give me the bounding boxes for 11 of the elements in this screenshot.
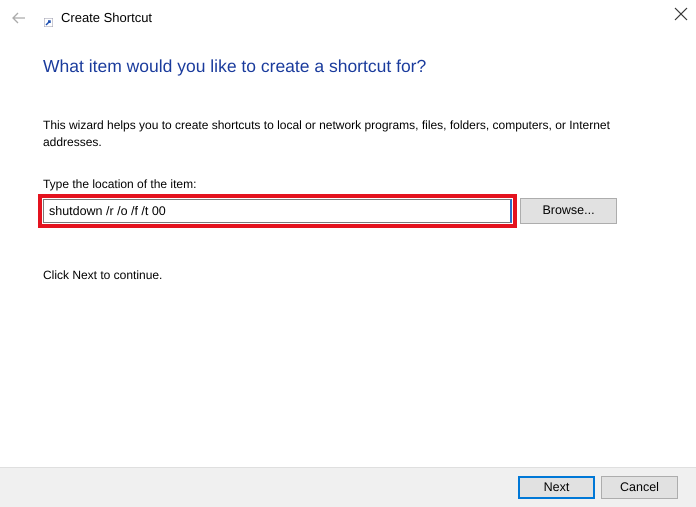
field-label: Type the location of the item: <box>43 176 198 193</box>
wizard-heading: What item would you like to create a shortcut for? <box>43 56 428 77</box>
intro-text: This wizard helps you to create shortcuts to local or network programs, files, folders, computers, or Internet addresses. <box>43 117 611 151</box>
location-field[interactable]: shutdown /r /o /f /t 00 <box>43 198 512 223</box>
dialog-button[interactable]: Next <box>518 476 595 499</box>
browse-button[interactable]: Browse... <box>520 198 617 224</box>
shortcut-icon <box>44 18 53 26</box>
dialog-button[interactable]: Cancel <box>601 476 678 499</box>
window-title: Create Shortcut <box>61 9 152 28</box>
hint-text: Click Next to continue. <box>43 266 164 284</box>
close-icon[interactable] <box>674 7 688 21</box>
